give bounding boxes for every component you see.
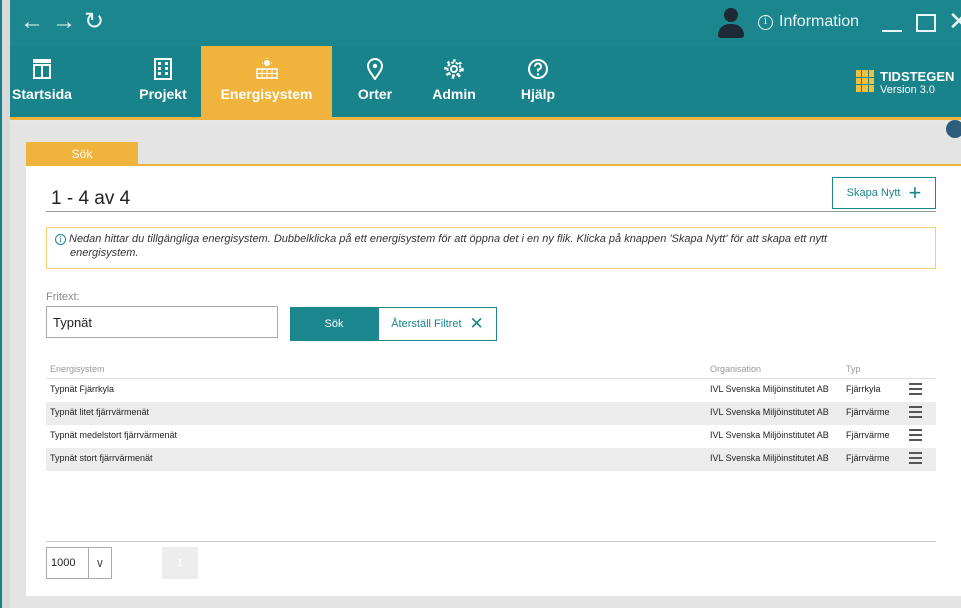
energy-system-table: Energisystem Organisation Typ Typnät Fjä… xyxy=(46,362,936,471)
reset-filter-button[interactable]: Återställ Filtret ✕ xyxy=(378,307,497,341)
building-icon xyxy=(118,54,208,84)
info-text-line1: Nedan hittar du tillgängliga energisyste… xyxy=(69,233,828,245)
cell-name: Typnät litet fjärrvärmenät xyxy=(50,407,150,417)
nav-orter[interactable]: Orter xyxy=(346,46,404,117)
nav-projekt[interactable]: Projekt xyxy=(118,46,208,117)
row-menu-icon[interactable] xyxy=(909,406,922,419)
info-icon: i xyxy=(55,234,66,245)
cell-org: IVL Svenska Miljöinstitutet AB xyxy=(710,384,829,394)
cell-org: IVL Svenska Miljöinstitutet AB xyxy=(710,453,829,463)
cell-name: Typnät medelstort fjärrvärmenät xyxy=(50,430,178,440)
header-organisation[interactable]: Organisation xyxy=(710,364,761,374)
forward-arrow-icon[interactable]: → xyxy=(52,8,76,36)
close-icon: ✕ xyxy=(469,314,484,333)
create-new-label: Skapa Nytt xyxy=(846,187,901,199)
information-label: Information xyxy=(779,13,860,30)
cell-org: IVL Svenska Miljöinstitutet AB xyxy=(710,407,829,417)
cell-typ: Fjärrvärme xyxy=(846,453,890,463)
header-energisystem[interactable]: Energisystem xyxy=(50,364,105,374)
nav-label-energisystem: Energisystem xyxy=(220,86,313,102)
close-icon[interactable]: ✕ xyxy=(948,6,961,36)
solar-panel-icon xyxy=(201,54,332,84)
user-avatar-icon[interactable] xyxy=(716,8,746,40)
info-message: i Nedan hittar du tillgängliga energisyst… xyxy=(46,227,936,269)
plus-icon: + xyxy=(908,180,922,205)
cell-typ: Fjärrvärme xyxy=(846,407,890,417)
row-menu-icon[interactable] xyxy=(909,452,922,465)
gear-icon xyxy=(424,54,484,84)
table-row[interactable]: Typnät litet fjärrvärmenät IVL Svenska M… xyxy=(46,402,936,425)
nav-label-projekt: Projekt xyxy=(139,86,187,102)
brand-version: Version 3.0 xyxy=(880,84,936,96)
cell-typ: Fjärrvärme xyxy=(846,430,890,440)
maximize-icon[interactable] xyxy=(916,14,936,32)
page-button[interactable]: 1 xyxy=(162,547,198,579)
row-menu-icon[interactable] xyxy=(909,383,922,396)
brand-name: TIDSTEGEN xyxy=(880,69,955,84)
footer-divider xyxy=(46,541,936,542)
header-typ[interactable]: Typ xyxy=(846,364,861,374)
page-size-select[interactable]: 1000 ∨ xyxy=(46,547,112,579)
cell-name: Typnät stort fjärrvärmenät xyxy=(50,453,153,463)
info-icon: i xyxy=(758,14,773,30)
cell-org: IVL Svenska Miljöinstitutet AB xyxy=(710,430,829,440)
refresh-icon[interactable]: ↻ xyxy=(84,8,104,36)
tidstegen-logo-icon xyxy=(856,70,874,92)
tab-strip: Sök xyxy=(26,142,961,166)
nav-label-orter: Orter xyxy=(357,86,393,102)
nav-energisystem[interactable]: Energisystem xyxy=(201,46,332,117)
tab-sok[interactable]: Sök xyxy=(26,142,138,166)
chevron-down-icon[interactable]: ∨ xyxy=(87,548,111,578)
info-text-line2: energisystem. xyxy=(70,247,139,259)
row-menu-icon[interactable] xyxy=(909,429,922,442)
minimize-icon[interactable] xyxy=(882,30,902,32)
nav-hjalp[interactable]: Hjälp xyxy=(516,46,560,117)
home-layout-icon xyxy=(10,54,74,84)
fritext-input[interactable] xyxy=(46,306,278,338)
table-row[interactable]: Typnät Fjärrkyla IVL Svenska Miljöinstit… xyxy=(46,379,936,402)
question-icon xyxy=(516,54,560,84)
window-frame-left xyxy=(0,0,10,608)
information-button[interactable]: i Information xyxy=(758,13,859,31)
nav-startsida[interactable]: Startsida xyxy=(10,46,74,117)
table-row[interactable]: Typnät medelstort fjärrvärmenät IVL Sven… xyxy=(46,425,936,448)
nav-label-startsida: Startsida xyxy=(12,86,72,102)
reset-filter-label: Återställ Filtret xyxy=(391,318,462,330)
create-new-button[interactable]: Skapa Nytt + xyxy=(832,177,936,209)
table-header: Energisystem Organisation Typ xyxy=(46,362,936,379)
fritext-label: Fritext: xyxy=(46,291,80,303)
page-size-value: 1000 xyxy=(51,557,76,569)
cell-name: Typnät Fjärrkyla xyxy=(50,384,115,394)
table-row[interactable]: Typnät stort fjärrvärmenät IVL Svenska M… xyxy=(46,448,936,471)
back-arrow-icon[interactable]: ← xyxy=(20,8,44,36)
location-pin-icon xyxy=(346,54,404,84)
result-count: 1 - 4 av 4 xyxy=(51,188,131,209)
title-bar: ← → ↻ i Information ✕ xyxy=(10,0,961,46)
nav-admin[interactable]: Admin xyxy=(424,46,484,117)
cell-typ: Fjärrkyla xyxy=(846,384,881,394)
collapse-corner-icon[interactable] xyxy=(946,120,961,138)
divider xyxy=(46,211,936,212)
main-nav: Startsida Projekt Energisystem Orter Adm… xyxy=(10,46,961,120)
nav-label-hjalp: Hjälp xyxy=(520,86,556,102)
search-button[interactable]: Sök xyxy=(290,307,378,341)
brand: TIDSTEGEN Version 3.0 xyxy=(856,70,954,96)
search-panel: 1 - 4 av 4 Skapa Nytt + i Nedan hittar du… xyxy=(26,166,961,596)
nav-label-admin: Admin xyxy=(432,86,476,102)
